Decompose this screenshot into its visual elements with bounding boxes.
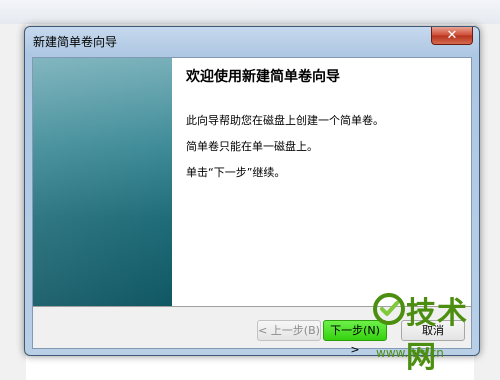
wizard-instruction: 单击“下一步”继续。 <box>186 166 286 179</box>
title-bar[interactable]: 新建简单卷向导 ✕ <box>25 27 479 55</box>
window-title: 新建简单卷向导 <box>33 35 118 49</box>
wizard-description: 此向导帮助您在磁盘上创建一个简单卷。 <box>186 114 384 127</box>
background-left <box>0 24 26 380</box>
wizard-heading: 欢迎使用新建简单卷向导 <box>186 69 340 85</box>
wizard-note: 简单卷只能在单一磁盘上。 <box>186 140 318 153</box>
back-button[interactable]: < 上一步(B) <box>257 320 321 341</box>
watermark-logo-icon <box>373 293 405 325</box>
watermark-text: 技术网 <box>406 296 468 375</box>
close-icon: ✕ <box>446 28 458 43</box>
background-strip <box>0 0 500 24</box>
watermark-url: www.itjs.cn <box>376 346 444 360</box>
wizard-content: 欢迎使用新建简单卷向导 此向导帮助您在磁盘上创建一个简单卷。 简单卷只能在单一磁… <box>186 66 461 192</box>
close-button[interactable]: ✕ <box>431 27 473 45</box>
wizard-side-banner <box>33 58 172 306</box>
site-watermark: 技术网 www.itjs.cn <box>372 288 496 375</box>
